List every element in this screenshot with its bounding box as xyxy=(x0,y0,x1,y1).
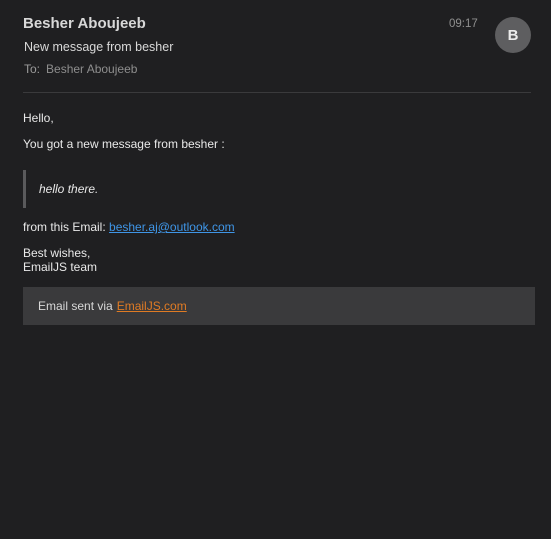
intro-text: You got a new message from besher : xyxy=(23,137,225,151)
quoted-message: hello there. xyxy=(23,170,535,208)
greeting: Hello, xyxy=(23,111,54,125)
from-email-line: from this Email: besher.aj@outlook.com xyxy=(23,220,535,234)
signoff-line-2: EmailJS team xyxy=(23,260,98,274)
footer-banner: Email sent via EmailJS.com xyxy=(23,287,535,325)
to-label: To: xyxy=(24,62,41,76)
from-email-label: from this Email: xyxy=(23,220,106,234)
signoff: Best wishes, EmailJS team xyxy=(23,246,535,274)
signoff-line-1: Best wishes, xyxy=(23,246,91,260)
footer-text: Email sent via xyxy=(38,299,113,313)
email-body: Hello, You got a new message from besher… xyxy=(23,111,535,325)
from-email-link[interactable]: besher.aj@outlook.com xyxy=(109,220,235,234)
email-view: Besher Aboujeeb New message from besher … xyxy=(0,0,551,539)
quoted-message-text: hello there. xyxy=(39,182,99,196)
received-time: 09:17 xyxy=(449,18,478,30)
email-subject: New message from besher xyxy=(24,40,174,54)
header-divider xyxy=(23,92,531,93)
footer-link[interactable]: EmailJS.com xyxy=(117,299,187,313)
email-header: Besher Aboujeeb New message from besher … xyxy=(0,0,551,92)
avatar[interactable]: B xyxy=(495,17,531,53)
avatar-initial: B xyxy=(507,26,519,44)
recipient-line: To: Besher Aboujeeb xyxy=(24,62,137,76)
recipient-name[interactable]: Besher Aboujeeb xyxy=(46,62,137,76)
sender-name[interactable]: Besher Aboujeeb xyxy=(23,15,146,32)
